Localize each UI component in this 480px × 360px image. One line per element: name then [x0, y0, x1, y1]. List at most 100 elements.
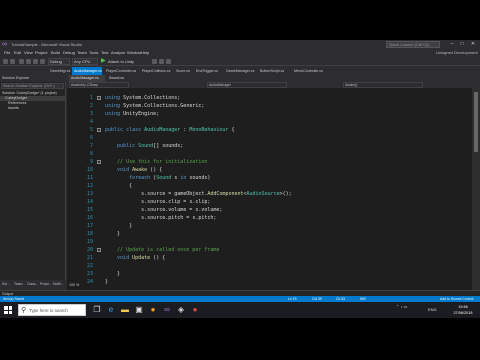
close-icon[interactable]: ✕ — [469, 40, 477, 49]
menu-build[interactable]: Build — [51, 49, 60, 57]
tree-item-assets[interactable]: Assets — [0, 106, 19, 111]
collapse-icon[interactable]: − — [97, 96, 101, 100]
line-number: 13 — [86, 191, 93, 197]
new-project-icon[interactable] — [19, 59, 24, 64]
doc-tab-active[interactable]: AudioManager.cs — [72, 67, 102, 75]
code-line[interactable]: 11 foreach (Sound s in sounds) — [67, 174, 472, 182]
visual-studio-taskbar-icon[interactable]: ∞ — [162, 305, 172, 315]
code-line[interactable]: 16 s.source.pitch = s.pitch; — [67, 214, 472, 222]
start-debugging-icon[interactable]: ▶ — [101, 58, 106, 65]
tab-class-view[interactable]: Class... — [27, 282, 38, 286]
maximize-icon[interactable]: □ — [458, 40, 466, 49]
doc-tab[interactable]: MenuController.cs — [292, 67, 326, 75]
file-explorer-icon[interactable]: ▬ — [120, 305, 130, 315]
toolbar-tool-icon[interactable] — [166, 59, 171, 64]
forward-icon[interactable] — [10, 59, 15, 64]
scrollbar-thumb[interactable] — [474, 92, 478, 152]
clock[interactable]: 19:46 27/06/2018 — [450, 304, 476, 316]
menu-analyze[interactable]: Analyze — [111, 49, 125, 57]
code-line[interactable]: 9− // Use this for initialization — [67, 158, 472, 166]
app-icon[interactable]: ● — [148, 305, 158, 315]
code-line[interactable]: 23 } — [67, 270, 472, 278]
code-line[interactable]: 21 void Update () { — [67, 254, 472, 262]
edge-icon[interactable]: e — [106, 305, 116, 315]
code-line[interactable]: 24} — [67, 278, 472, 286]
editor-tab-active[interactable]: AudioManager.cs — [69, 75, 105, 82]
doc-tab[interactable]: GameMgr.cs — [48, 67, 70, 75]
doc-tab[interactable]: Score.cs — [174, 67, 192, 75]
doc-tab[interactable]: GameManager.cs — [224, 67, 256, 75]
line-number: 4 — [89, 119, 93, 125]
code-line[interactable]: 7 public Sound[] sounds; — [67, 142, 472, 150]
tab-team-explorer[interactable]: Team... — [14, 282, 25, 286]
code-line[interactable]: 10 void Awake () { — [67, 166, 472, 174]
open-icon[interactable] — [26, 59, 31, 64]
doc-tab[interactable]: PlayerController.cs — [104, 67, 138, 75]
menu-file[interactable]: File — [4, 49, 10, 57]
collapse-icon[interactable]: − — [97, 128, 101, 132]
attach-to-unity-button[interactable]: Attach to Unity — [108, 57, 134, 66]
code-line[interactable]: 18 } — [67, 230, 472, 238]
code-line[interactable]: 5− public class AudioManager : MonoBehavi… — [67, 126, 472, 134]
menu-edit[interactable]: Edit — [14, 49, 21, 57]
code-editor[interactable]: 1− using System.Collections; 2 using System… — [67, 88, 472, 290]
task-view-icon[interactable]: ❐ — [92, 305, 102, 315]
doc-tab[interactable]: ButtonScript.cs — [258, 67, 290, 75]
configuration-select[interactable]: Debug — [48, 58, 70, 65]
taskbar-search-placeholder: Type here to search — [29, 308, 68, 313]
editor-tab[interactable]: Sound.cs — [107, 75, 129, 82]
code-line[interactable]: 8 — [67, 150, 472, 158]
doc-tab[interactable]: EndTrigger.cs — [194, 67, 222, 75]
menu-help[interactable]: Help — [141, 49, 149, 57]
menu-project[interactable]: Project — [35, 49, 47, 57]
window-title: TutorialSample - Microsoft Visual Studio — [11, 42, 82, 47]
code-line[interactable]: 4 — [67, 118, 472, 126]
code-line[interactable]: 6 — [67, 134, 472, 142]
save-icon[interactable] — [33, 59, 38, 64]
undo-icon[interactable] — [40, 59, 45, 64]
solution-search-input[interactable]: Search Solution Explorer (Ctrl+;) — [1, 83, 64, 89]
platform-select[interactable]: Any CPU — [72, 58, 98, 65]
tab-notifications[interactable]: Notifi... — [53, 282, 64, 286]
back-icon[interactable] — [3, 59, 8, 64]
windows-start-icon[interactable] — [4, 306, 12, 314]
editor-scrollbar[interactable] — [472, 88, 480, 290]
menu-debug[interactable]: Debug — [63, 49, 75, 57]
zoom-level[interactable]: 100 % — [67, 281, 79, 290]
tab-properties[interactable]: Prope... — [40, 282, 52, 286]
tab-solution-explorer[interactable]: Sol... — [2, 282, 10, 286]
toolbar-tool-icon[interactable] — [152, 59, 157, 64]
unity-icon[interactable]: ◈ — [176, 305, 186, 315]
code-line[interactable]: 13 s.source = gameObject.AddComponent<Au… — [67, 190, 472, 198]
app-icon[interactable]: ● — [190, 305, 200, 315]
code-line[interactable]: 14 s.source.clip = s.clip; — [67, 198, 472, 206]
collapse-icon[interactable]: − — [97, 160, 101, 164]
taskbar-search-input[interactable]: ⚲ Type here to search — [18, 304, 86, 316]
code-line[interactable]: 2 using System.Collections.Generic; — [67, 102, 472, 110]
toolbar: Debug Any CPU ▶ Attach to Unity — [0, 57, 480, 66]
quick-launch-input[interactable]: Quick Launch (Ctrl+Q) — [386, 41, 440, 48]
menu-view[interactable]: View — [24, 49, 33, 57]
doc-tab[interactable]: PlayerCollision.cs — [140, 67, 172, 75]
code-line[interactable]: 22 — [67, 262, 472, 270]
user-name[interactable]: Unsigned Development — [436, 49, 478, 57]
code-line[interactable]: 3 using UnityEngine; — [67, 110, 472, 118]
minimize-icon[interactable]: – — [448, 40, 456, 49]
collapse-icon[interactable]: − — [97, 248, 101, 252]
code-text: s.source.clip = s.clip; — [141, 199, 211, 205]
menu-team[interactable]: Team — [77, 49, 87, 57]
code-line[interactable]: 17 } — [67, 222, 472, 230]
menu-test[interactable]: Test — [101, 49, 108, 57]
code-line[interactable]: 20− // Update is called once per frame — [67, 246, 472, 254]
store-icon[interactable]: ▣ — [134, 305, 144, 315]
code-line[interactable]: 15 s.source.volume = s.volume; — [67, 206, 472, 214]
code-line[interactable]: 19 — [67, 238, 472, 246]
tray-icons[interactable]: ⌃ ♪ ▭ — [396, 304, 407, 310]
code-line[interactable]: 1− using System.Collections; — [67, 94, 472, 102]
toolbar-tool-icon[interactable] — [159, 59, 164, 64]
code-line[interactable]: 12 { — [67, 182, 472, 190]
menu-tools[interactable]: Tools — [89, 49, 98, 57]
language-indicator[interactable]: ENG — [428, 307, 437, 313]
code-text: s.source = gameObject.AddComponent<Audio… — [141, 191, 292, 197]
menu-window[interactable]: Window — [127, 49, 141, 57]
